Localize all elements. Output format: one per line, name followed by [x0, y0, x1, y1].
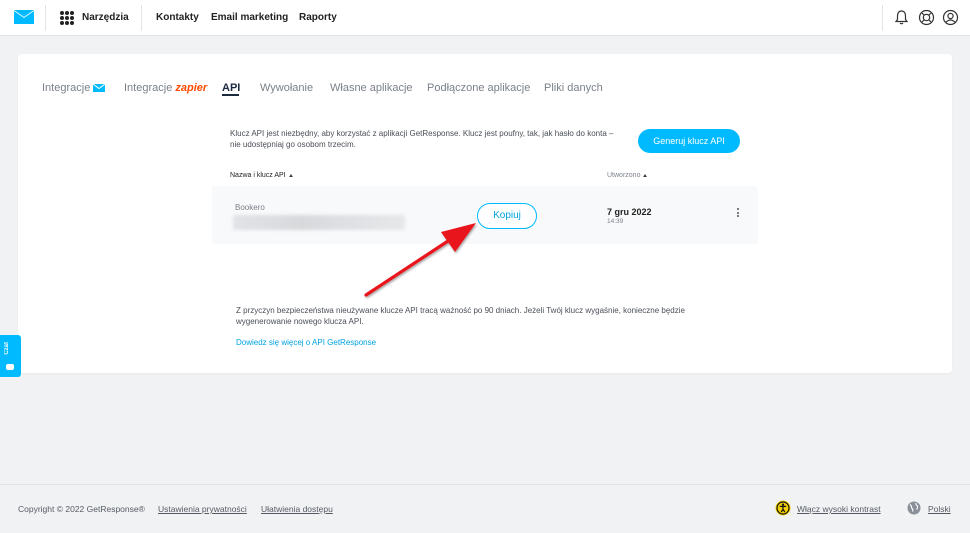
sort-arrow-icon — [643, 173, 648, 177]
language-selector[interactable]: Polski — [928, 504, 951, 514]
help-lifebuoy-icon[interactable] — [918, 9, 935, 26]
api-key-value-blurred — [233, 215, 405, 230]
api-key-name: Bookero — [235, 203, 265, 212]
tab-data-files[interactable]: Pliki danych — [544, 82, 603, 94]
divider — [141, 5, 142, 31]
user-account-icon[interactable] — [942, 9, 959, 26]
getresponse-logo-icon[interactable] — [13, 9, 35, 26]
more-options-icon[interactable] — [734, 207, 742, 221]
generate-api-key-button[interactable]: Generuj klucz API — [638, 129, 740, 153]
zapier-logo: zapier — [175, 82, 208, 94]
nav-email-marketing[interactable]: Email marketing — [211, 12, 288, 23]
tab-connected-apps[interactable]: Podłączone aplikacje — [427, 82, 530, 94]
created-date: 7 gru 2022 — [607, 207, 652, 217]
nav-contacts[interactable]: Kontakty — [156, 12, 199, 23]
top-navigation-bar: Narzędzia Kontakty Email marketing Rapor… — [0, 0, 970, 36]
tab-api[interactable]: API — [222, 82, 240, 94]
globe-icon[interactable] — [907, 501, 921, 515]
bell-icon[interactable] — [893, 9, 910, 26]
copy-api-key-button[interactable]: Kopiuj — [477, 203, 537, 229]
active-tab-indicator — [222, 94, 239, 96]
chat-label: Czat — [4, 342, 10, 355]
tools-menu[interactable]: Narzędzia — [82, 12, 129, 23]
learn-more-api-link[interactable]: Dowiedz się więcej o API GetResponse — [236, 338, 376, 347]
envelope-icon — [93, 83, 106, 93]
api-key-expiry-note: Z przyczyn bezpieczeństwa nieużywane klu… — [236, 306, 685, 326]
footer-divider — [0, 484, 970, 485]
tab-integrations-zapier[interactable]: Integracje zapier — [124, 82, 207, 94]
privacy-settings-link[interactable]: Ustawienia prywatności — [158, 504, 247, 514]
column-header-name[interactable]: Nazwa i klucz API — [230, 172, 293, 179]
api-key-info-text: Klucz API jest niezbędny, aby korzystać … — [230, 129, 614, 149]
accessibility-link[interactable]: Ułatwienia dostępu — [261, 504, 333, 514]
created-time: 14:39 — [607, 218, 624, 225]
tab-custom-apps[interactable]: Własne aplikacje — [330, 82, 413, 94]
sort-arrow-icon — [288, 173, 293, 177]
chat-bubble-icon — [6, 364, 14, 370]
apps-grid-icon[interactable] — [60, 11, 74, 25]
accessibility-icon[interactable] — [775, 500, 791, 516]
divider — [882, 5, 883, 31]
high-contrast-toggle[interactable]: Włącz wysoki kontrast — [797, 504, 881, 514]
divider — [45, 5, 46, 31]
nav-reports[interactable]: Raporty — [299, 12, 337, 23]
tab-integrations[interactable]: Integracje — [42, 82, 106, 94]
tab-webhooks[interactable]: Wywołanie — [260, 82, 313, 94]
copyright-text: Copyright © 2022 GetResponse® — [18, 504, 145, 514]
column-header-created[interactable]: Utworzono — [607, 172, 648, 179]
